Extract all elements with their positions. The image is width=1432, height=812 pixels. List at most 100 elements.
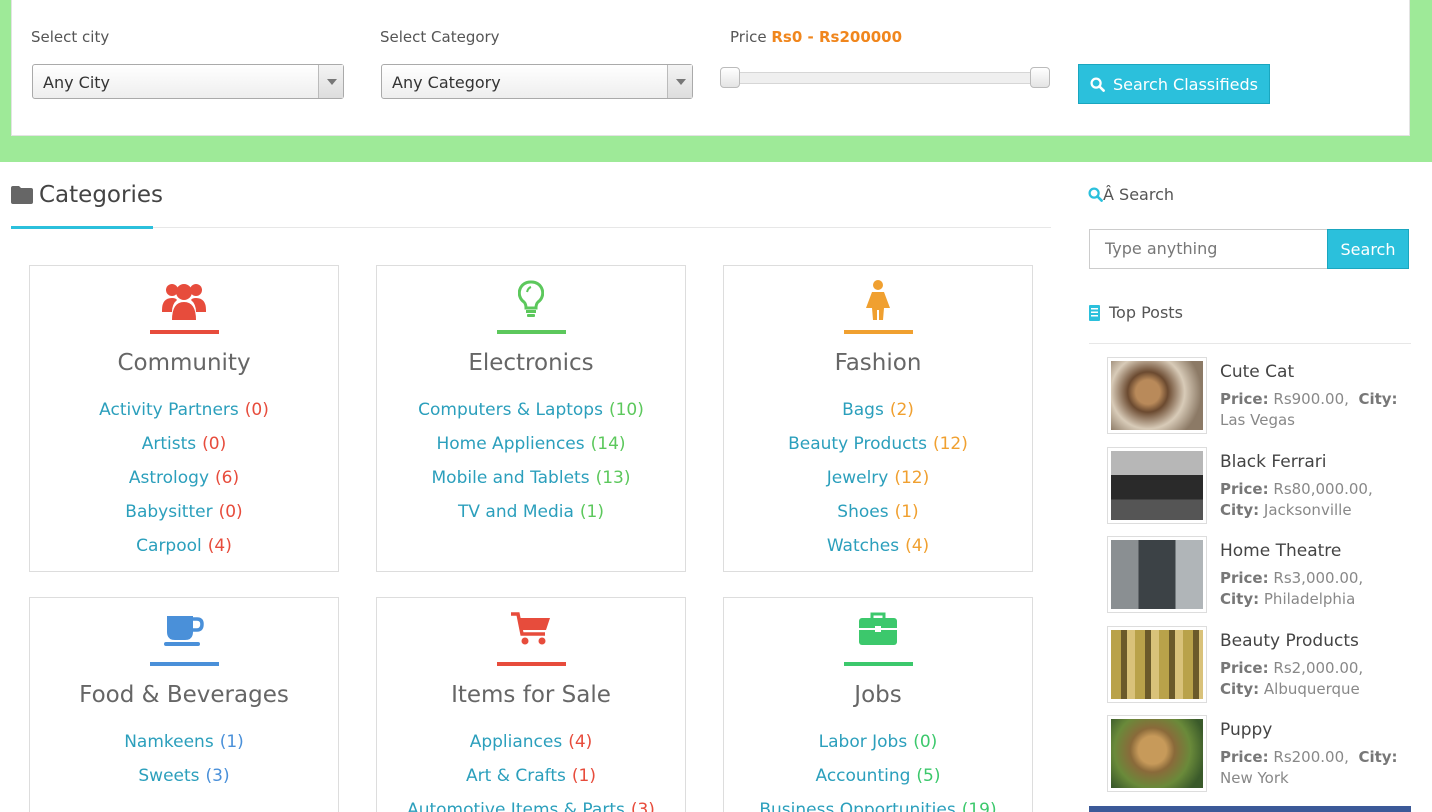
post-image: [1111, 361, 1203, 430]
post-thumbnail[interactable]: [1107, 357, 1207, 434]
post-title[interactable]: Cute Cat: [1220, 362, 1294, 382]
subcategory-item[interactable]: Automotive Items & Parts (3): [377, 800, 685, 812]
top-post-item[interactable]: Cute Cat Price: Rs900.00, City: Las Vegas: [1107, 357, 1407, 437]
categories-title: Categories: [39, 182, 163, 208]
post-image: [1111, 719, 1203, 788]
subcategory-item[interactable]: Astrology (6): [30, 468, 338, 502]
post-city-key: City:: [1220, 590, 1260, 608]
post-meta: Price: Rs200.00, City: New York: [1220, 747, 1400, 789]
subcategory-item[interactable]: Accounting (5): [724, 766, 1032, 800]
subcategory-item[interactable]: Mobile and Tablets (13): [377, 468, 685, 502]
subcategory-list: Labor Jobs (0) Accounting (5) Business Oppor…: [724, 732, 1032, 812]
subcategory-link[interactable]: Jewelry: [827, 468, 889, 488]
subcategory-item[interactable]: Jewelry (12): [724, 468, 1032, 502]
chevron-down-icon[interactable]: [318, 65, 343, 98]
post-title[interactable]: Beauty Products: [1220, 631, 1359, 651]
subcategory-item[interactable]: TV and Media (1): [377, 502, 685, 536]
subcategory-item[interactable]: Babysitter (0): [30, 502, 338, 536]
subcategory-count: (3): [205, 766, 230, 786]
top-post-item[interactable]: Home Theatre Price: Rs3,000.00, City: Phi…: [1107, 536, 1407, 616]
categories-heading: Categories: [11, 182, 163, 208]
post-price-key: Price:: [1220, 479, 1269, 498]
category-card-electronics: Electronics Computers & Laptops (10) Home …: [376, 265, 686, 572]
subcategory-item[interactable]: Home Appliences (14): [377, 434, 685, 468]
post-city-key: City:: [1220, 500, 1260, 519]
post-price-key: Price:: [1220, 390, 1269, 408]
subcategory-count: (1): [219, 732, 244, 752]
top-posts-heading-text: Top Posts: [1109, 303, 1183, 322]
subcategory-count: (0): [244, 400, 269, 420]
top-post-item[interactable]: Beauty Products Price: Rs2,000.00, City: …: [1107, 625, 1407, 706]
search-icon: [1090, 76, 1105, 92]
subcategory-item[interactable]: Appliances (4): [377, 732, 685, 766]
price-slider-track[interactable]: [720, 72, 1050, 84]
subcategory-item[interactable]: Business Opportunities (19): [724, 800, 1032, 812]
post-city-key: City:: [1358, 390, 1398, 408]
lightbulb-icon: [518, 280, 544, 317]
top-post-item[interactable]: Puppy Price: Rs200.00, City: New York: [1107, 715, 1407, 795]
subcategory-item[interactable]: Sweets (3): [30, 766, 338, 800]
subcategory-link[interactable]: Carpool: [136, 536, 202, 556]
subcategory-link[interactable]: Bags: [842, 400, 884, 420]
subcategory-link[interactable]: Computers & Laptops: [418, 400, 603, 420]
subcategory-item[interactable]: Labor Jobs (0): [724, 732, 1032, 766]
subcategory-link[interactable]: Business Opportunities: [759, 800, 955, 812]
subcategory-link[interactable]: Watches: [827, 536, 899, 556]
subcategory-item[interactable]: Beauty Products (12): [724, 434, 1032, 468]
subcategory-count: (4): [207, 536, 232, 556]
city-select[interactable]: Any City: [32, 64, 344, 99]
post-title[interactable]: Puppy: [1220, 720, 1272, 740]
subcategory-link[interactable]: Shoes: [837, 502, 888, 522]
post-thumbnail[interactable]: [1107, 536, 1207, 613]
post-image: [1111, 450, 1203, 520]
subcategory-item[interactable]: Art & Crafts (1): [377, 766, 685, 800]
subcategory-link[interactable]: Automotive Items & Parts: [407, 800, 625, 812]
subcategory-item[interactable]: Computers & Laptops (10): [377, 400, 685, 434]
subcategory-link[interactable]: Home Appliences: [436, 434, 584, 454]
post-meta: Price: Rs3,000.00, City: Philadelphia: [1220, 568, 1400, 610]
post-price: Rs80,000.00,: [1273, 479, 1373, 498]
subcategory-link[interactable]: Artists: [142, 434, 196, 454]
post-thumbnail[interactable]: [1107, 715, 1207, 792]
subcategory-link[interactable]: Activity Partners: [99, 400, 239, 420]
subcategory-list: Bags (2) Beauty Products (12) Jewelry (12) Sho…: [724, 400, 1032, 570]
subcategory-link[interactable]: Labor Jobs: [819, 732, 908, 752]
shopping-cart-icon: [511, 612, 550, 645]
subcategory-item[interactable]: Artists (0): [30, 434, 338, 468]
subcategory-item[interactable]: Namkeens (1): [30, 732, 338, 766]
post-thumbnail[interactable]: [1107, 446, 1207, 524]
top-posts-heading: Top Posts: [1088, 303, 1183, 322]
chevron-down-icon[interactable]: [667, 65, 692, 98]
subcategory-item[interactable]: Watches (4): [724, 536, 1032, 570]
category-title: Jobs: [854, 682, 902, 708]
subcategory-item[interactable]: Shoes (1): [724, 502, 1032, 536]
post-title[interactable]: Home Theatre: [1220, 541, 1341, 561]
post-title[interactable]: Black Ferrari: [1220, 452, 1327, 472]
subcategory-link[interactable]: Namkeens: [124, 732, 213, 752]
subcategory-link[interactable]: Beauty Products: [788, 434, 927, 454]
subcategory-link[interactable]: TV and Media: [458, 502, 574, 522]
post-image: [1111, 629, 1203, 699]
subcategory-link[interactable]: Mobile and Tablets: [432, 468, 590, 488]
subcategory-link[interactable]: Accounting: [815, 766, 910, 786]
subcategory-link[interactable]: Appliances: [470, 732, 563, 752]
subcategory-item[interactable]: Carpool (4): [30, 536, 338, 570]
subcategory-count: (12): [894, 468, 930, 488]
top-post-item[interactable]: Black Ferrari Price: Rs80,000.00, City: J…: [1107, 446, 1407, 527]
subcategory-link[interactable]: Babysitter: [125, 502, 212, 522]
subcategory-link[interactable]: Astrology: [129, 468, 209, 488]
sidebar-search-input[interactable]: Type anything: [1089, 229, 1328, 269]
subcategory-item[interactable]: Bags (2): [724, 400, 1032, 434]
subcategory-link[interactable]: Sweets: [138, 766, 199, 786]
subcategory-item[interactable]: Activity Partners (0): [30, 400, 338, 434]
subcategory-count: (1): [571, 766, 596, 786]
sidebar-search-button[interactable]: Search: [1327, 229, 1409, 269]
search-classifieds-label: Search Classifieds: [1112, 74, 1258, 94]
category-accent-bar: [844, 330, 913, 334]
price-slider-max-handle[interactable]: [1030, 67, 1050, 88]
price-slider-min-handle[interactable]: [720, 67, 740, 88]
subcategory-link[interactable]: Art & Crafts: [466, 766, 566, 786]
search-classifieds-button[interactable]: Search Classifieds: [1078, 64, 1270, 104]
category-select[interactable]: Any Category: [381, 64, 693, 99]
post-thumbnail[interactable]: [1107, 625, 1207, 703]
